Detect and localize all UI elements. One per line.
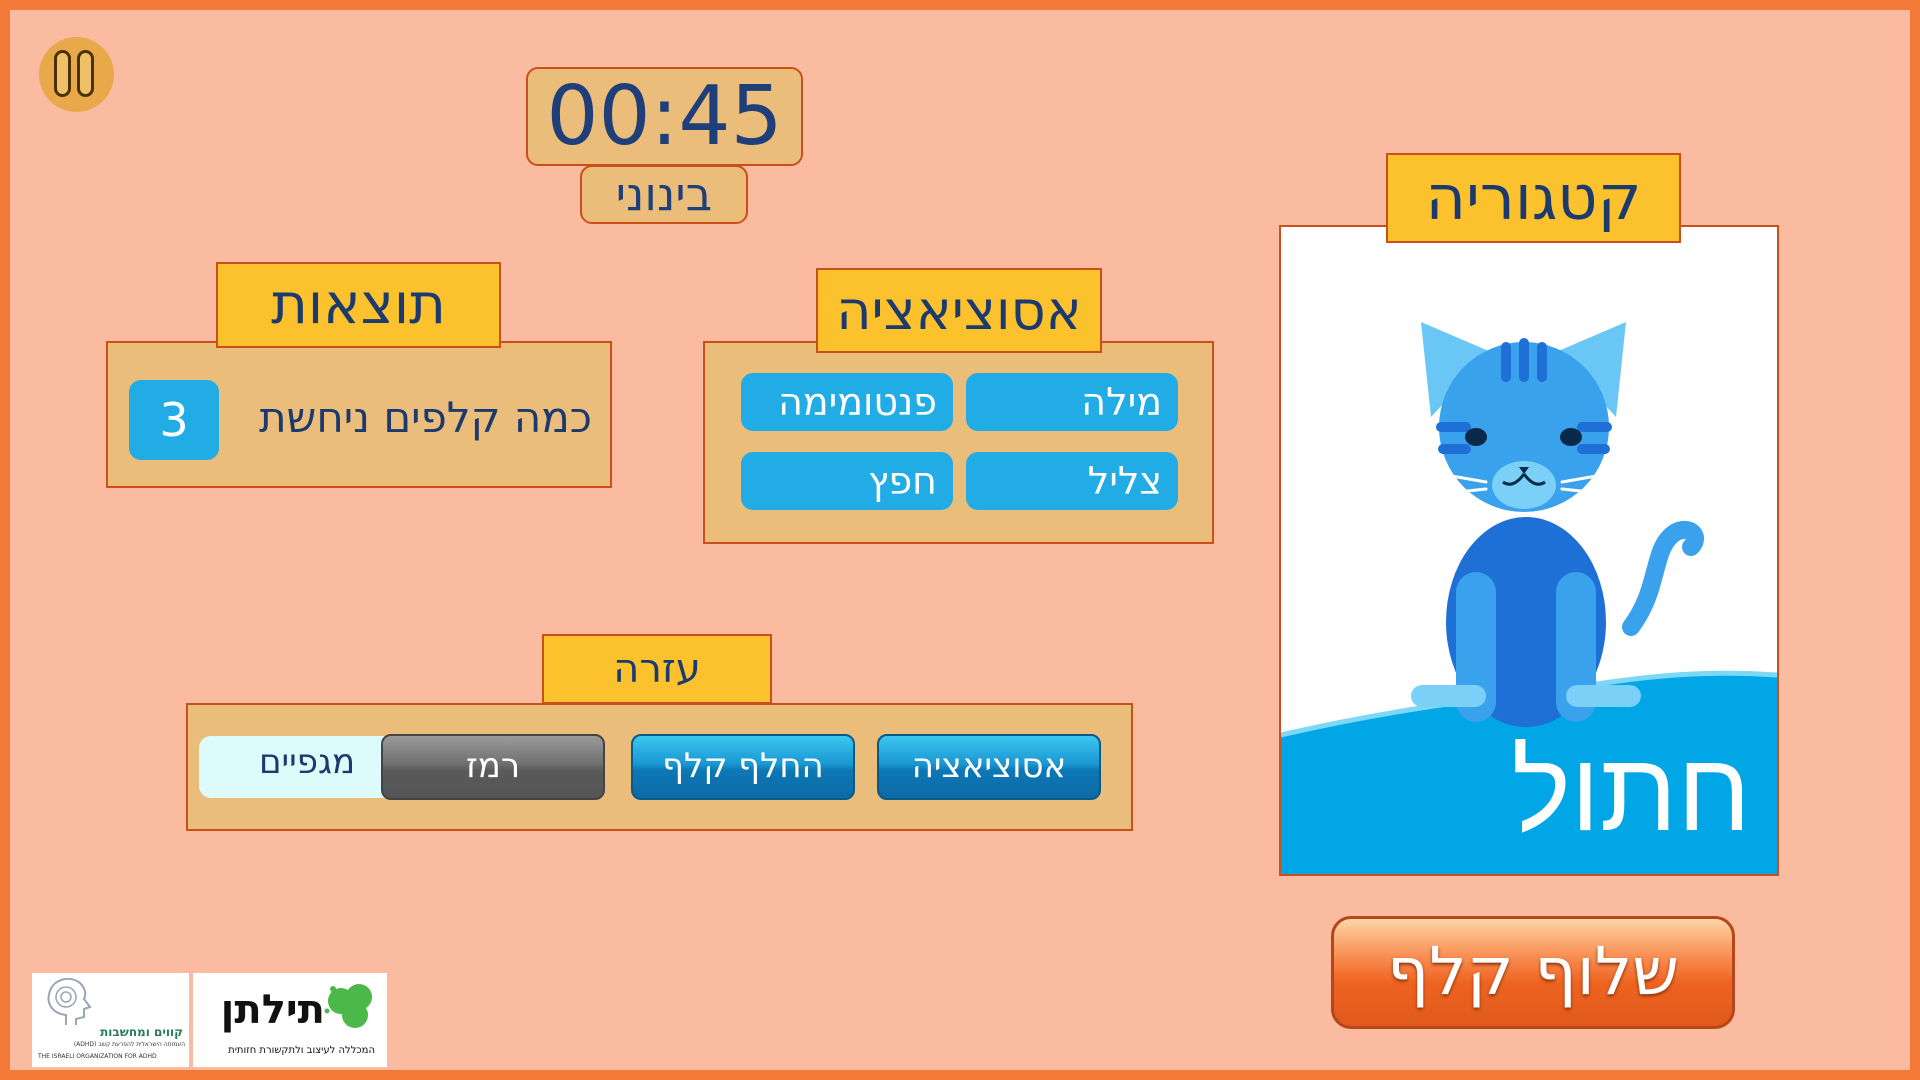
game-screen: 00:45 בינוני כמה קלפים ניחשת 3 תוצאות פנ…: [0, 0, 1920, 1080]
swap-card-button[interactable]: החלף קלף: [631, 734, 855, 800]
timer-display: 00:45: [526, 67, 803, 166]
card-word: חתול: [1511, 729, 1751, 854]
association-title: אסוציאציה: [816, 268, 1102, 353]
clover-icon: [324, 984, 372, 1028]
hint-button[interactable]: רמז: [381, 734, 605, 800]
adhd-organization-logo: קווים ומחשבות העמותה הישראלית להפרעת קשב…: [32, 973, 189, 1067]
tiltan-college-logo: תילתן המכללה לעיצוב ולתקשורת חזותית: [193, 973, 387, 1067]
cards-guessed-label: כמה קלפים ניחשת: [258, 393, 592, 442]
association-option-word[interactable]: מילה: [966, 373, 1178, 431]
cards-guessed-count: 3: [129, 380, 219, 460]
help-title: עזרה: [542, 634, 772, 704]
draw-card-button[interactable]: שלוף קלף: [1331, 916, 1735, 1029]
difficulty-label: בינוני: [580, 165, 748, 224]
help-panel: מגפיים רמז החלף קלף אסוציאציה: [186, 703, 1133, 831]
results-title: תוצאות: [216, 262, 501, 348]
category-card: חתול: [1279, 225, 1779, 876]
association-option-sound[interactable]: צליל: [966, 452, 1178, 510]
association-help-button[interactable]: אסוציאציה: [877, 734, 1101, 800]
association-panel: פנטומימה מילה חפץ צליל: [703, 341, 1214, 544]
head-profile-icon: [47, 977, 92, 1025]
association-option-pantomime[interactable]: פנטומימה: [741, 373, 953, 431]
category-title: קטגוריה: [1386, 153, 1681, 243]
results-panel: כמה קלפים ניחשת 3: [106, 341, 612, 488]
association-option-object[interactable]: חפץ: [741, 452, 953, 510]
pause-button[interactable]: [39, 37, 114, 112]
shields-label: מגפיים: [259, 742, 356, 782]
pause-icon: [54, 50, 71, 97]
